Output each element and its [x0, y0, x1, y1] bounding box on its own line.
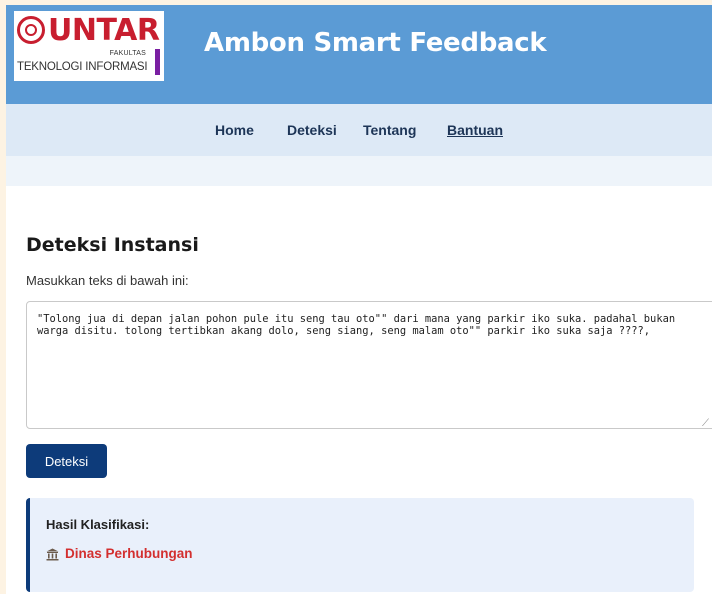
result-panel: Hasil Klasifikasi: Dinas Perhubungan [26, 498, 694, 592]
resize-handle-icon[interactable]: ⟋ [702, 419, 712, 429]
nav-item-deteksi[interactable]: Deteksi [287, 122, 337, 138]
app-title: Ambon Smart Feedback [204, 28, 547, 58]
nav-item-tentang[interactable]: Tentang [363, 122, 416, 138]
page-title: Deteksi Instansi [26, 234, 199, 256]
logo-brand: UNTAR [48, 13, 160, 48]
government-building-icon [46, 548, 59, 560]
detect-button[interactable]: Deteksi [26, 444, 107, 478]
result-value: Dinas Perhubungan [65, 546, 193, 561]
result-value-row: Dinas Perhubungan [46, 546, 193, 562]
app-frame: UNTAR FAKULTAS TEKNOLOGI INFORMASI Ambon… [6, 5, 712, 594]
input-instruction: Masukkan teks di bawah ini: [26, 273, 189, 288]
header: UNTAR FAKULTAS TEKNOLOGI INFORMASI Ambon… [6, 5, 712, 104]
untar-emblem-icon [17, 16, 45, 44]
logo-department: TEKNOLOGI INFORMASI [17, 61, 148, 73]
result-label: Hasil Klasifikasi: [46, 517, 150, 532]
feedback-text-input[interactable]: "Tolong jua di depan jalan pohon pule it… [26, 301, 712, 429]
logo-fakultas: FAKULTAS [109, 50, 146, 57]
nav-item-home[interactable]: Home [215, 122, 254, 138]
nav-bar: Home Deteksi Tentang Bantuan [6, 104, 712, 156]
untar-logo[interactable]: UNTAR FAKULTAS TEKNOLOGI INFORMASI [14, 11, 164, 81]
nav-divider-strip [6, 156, 712, 186]
logo-accent-bar [155, 49, 160, 75]
nav-item-bantuan[interactable]: Bantuan [447, 122, 503, 138]
